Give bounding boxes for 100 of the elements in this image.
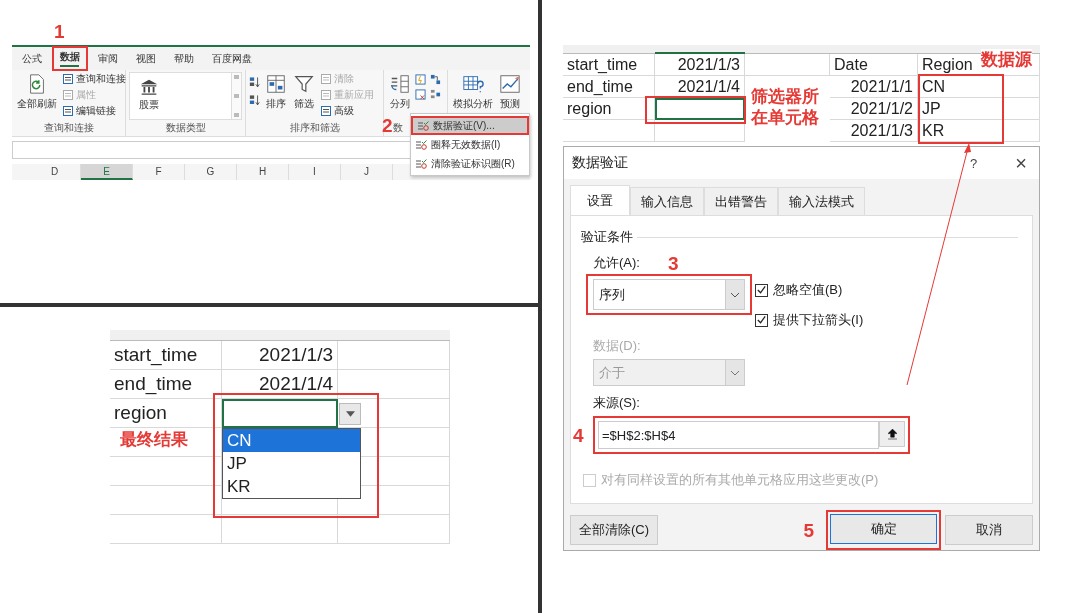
table-cell: 2021/1/3 — [830, 120, 918, 142]
document-icon — [62, 73, 74, 85]
up-arrow-icon — [887, 428, 897, 440]
column-header[interactable]: G — [185, 164, 237, 180]
annotation: 最终结果 — [120, 429, 188, 451]
field-label: 来源(S): — [593, 394, 640, 413]
table-cell: 2021/1/4 — [222, 370, 338, 399]
group-label: 排序和筛选 — [289, 122, 340, 134]
table-cell: 2021/1/2 — [830, 98, 918, 120]
ribbon-button[interactable]: 排序 — [263, 72, 289, 112]
sort-table-icon — [265, 73, 287, 95]
column-header[interactable]: F — [133, 164, 185, 180]
table-cell: start_time — [110, 341, 222, 370]
checkbox-label[interactable]: 忽略空值(B) — [773, 281, 843, 300]
split-columns-icon — [389, 73, 411, 95]
field-label: 数据(D): — [593, 337, 641, 356]
chevron-icon — [730, 291, 740, 298]
group-label: 查询和连接 — [43, 122, 94, 134]
source-field[interactable]: =$H$2:$H$4 — [598, 421, 879, 450]
list-option[interactable]: JP — [223, 452, 360, 475]
table-cell: KR — [918, 120, 1040, 142]
ribbon-small-button[interactable]: 编辑链接 — [61, 104, 127, 118]
help-button[interactable]: ? — [966, 155, 982, 171]
column-header[interactable]: E — [81, 164, 133, 180]
menu-item[interactable]: 圈释无效数据(I) — [411, 135, 529, 154]
validation-icon — [415, 157, 427, 170]
ribbon-button[interactable]: 全部刷新 — [15, 72, 59, 112]
ribbon-button[interactable]: 预测 — [497, 72, 523, 112]
dialog-tab[interactable]: 设置 — [570, 185, 630, 216]
gallery-item[interactable]: 股票 — [130, 73, 168, 119]
menu-item[interactable]: 数据验证(V)... — [411, 116, 529, 135]
document-icon — [320, 105, 332, 117]
step-number: 4 — [573, 426, 584, 446]
validation-icon — [415, 138, 427, 151]
consolidate-icon[interactable] — [430, 89, 441, 100]
section-heading: 验证条件 — [581, 228, 633, 247]
ribbon-small-button[interactable]: 查询和连接 — [61, 72, 127, 86]
ok-button[interactable]: 确定 — [830, 514, 937, 544]
step-number: 2 — [382, 116, 393, 135]
document-icon — [62, 89, 74, 101]
ribbon-button[interactable]: 模拟分析 — [451, 72, 495, 112]
table-cell: JP — [918, 98, 1040, 120]
document-icon — [320, 73, 332, 85]
allow-dropdown[interactable]: 序列 — [593, 279, 745, 311]
dialog-tab[interactable]: 输入法模式 — [778, 187, 865, 216]
table-cell: end_time — [110, 370, 222, 399]
ribbon-tab[interactable]: 公式 — [14, 48, 50, 69]
column-header[interactable]: I — [289, 164, 341, 180]
group-label: 数据类型 — [165, 122, 206, 134]
column-header[interactable]: J — [341, 164, 393, 180]
table-cell: 2021/1/3 — [222, 341, 338, 370]
collapse-button[interactable] — [879, 421, 905, 448]
close-button[interactable]: × — [1011, 151, 1031, 175]
field-label: 允许(A): — [593, 254, 640, 273]
list-option[interactable]: KR — [223, 475, 360, 498]
document-icon — [62, 105, 74, 117]
table-cell: region — [110, 399, 222, 428]
menu-item[interactable]: 清除验证标识圈(R) — [411, 154, 529, 173]
table-cell: Date — [830, 54, 918, 76]
dialog-tab[interactable]: 输入信息 — [630, 187, 704, 216]
ribbon-tab[interactable]: 数据 — [52, 46, 88, 71]
annotation: 筛选器所在单元格 — [751, 86, 820, 129]
checkbox[interactable] — [755, 313, 768, 327]
table-cell: 2021/1/4 — [655, 76, 745, 98]
group-label: 数 — [393, 122, 403, 134]
ribbon-button[interactable]: 筛选 — [291, 72, 317, 112]
selected-cell[interactable] — [655, 98, 745, 120]
dropdown-button[interactable] — [339, 403, 361, 425]
ribbon-tab[interactable]: 帮助 — [166, 48, 202, 69]
checkbox-label[interactable]: 提供下拉箭头(I) — [773, 311, 864, 330]
selected-cell[interactable] — [222, 399, 338, 428]
annotation: 数据源 — [981, 49, 1032, 71]
flash-fill-icon[interactable] — [415, 74, 426, 85]
table-cell: 2021/1/3 — [655, 54, 745, 76]
ribbon-tab[interactable]: 百度网盘 — [204, 48, 260, 69]
table-cell: region — [563, 98, 655, 120]
ribbon-tab[interactable]: 审阅 — [90, 48, 126, 69]
chevron-icon — [730, 369, 740, 376]
table-cell: end_time — [563, 76, 655, 98]
list-option[interactable]: CN — [223, 429, 360, 452]
remove-duplicates-icon[interactable] — [415, 89, 426, 100]
step-number: 3 — [667, 253, 679, 273]
dialog-button[interactable]: 取消 — [945, 515, 1033, 545]
document-icon — [320, 89, 332, 101]
table-cell: 2021/1/1 — [830, 76, 918, 98]
step-number: 5 — [803, 520, 814, 540]
relationships-icon[interactable] — [430, 74, 441, 85]
checkbox[interactable] — [755, 283, 768, 297]
dialog-tab[interactable]: 出错警告 — [704, 187, 778, 216]
dialog-button[interactable]: 全部清除(C) — [570, 515, 659, 545]
table-cell: CN — [918, 76, 1040, 98]
gallery-scrollbar[interactable] — [231, 73, 241, 119]
dialog-title: 数据验证 — [572, 154, 629, 173]
chart-icon — [499, 73, 521, 95]
table-cell: start_time — [563, 54, 655, 76]
ribbon-small-button[interactable]: 高级 — [319, 104, 375, 118]
column-header[interactable]: H — [237, 164, 289, 180]
caret-icon — [345, 411, 355, 417]
ribbon-tab[interactable]: 视图 — [128, 48, 164, 69]
ribbon-button[interactable]: 分列 — [387, 72, 413, 112]
